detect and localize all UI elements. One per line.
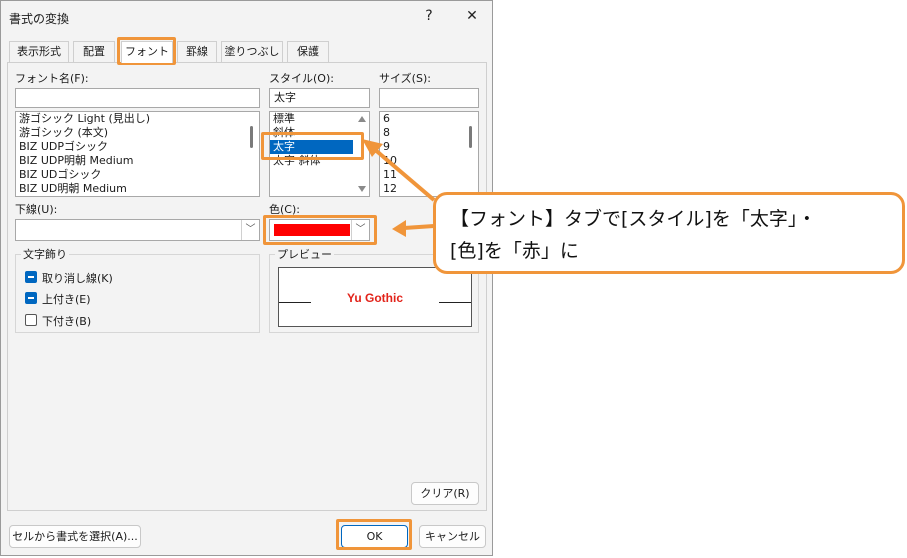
callout-line-2: [色]を「赤」に [450,240,579,262]
arrow-head-color [392,220,406,237]
annotation-callout: 【フォント】タブで[スタイル]を「太字」・ [色]を「赤」に [433,192,905,274]
annotation-arrows [362,139,436,237]
callout-line-1: 【フォント】タブで[スタイル]を「太字」・ [450,208,817,230]
tab-font[interactable]: フォント [121,41,173,63]
arrow-to-color [403,224,435,230]
arrow-to-style [371,146,436,202]
